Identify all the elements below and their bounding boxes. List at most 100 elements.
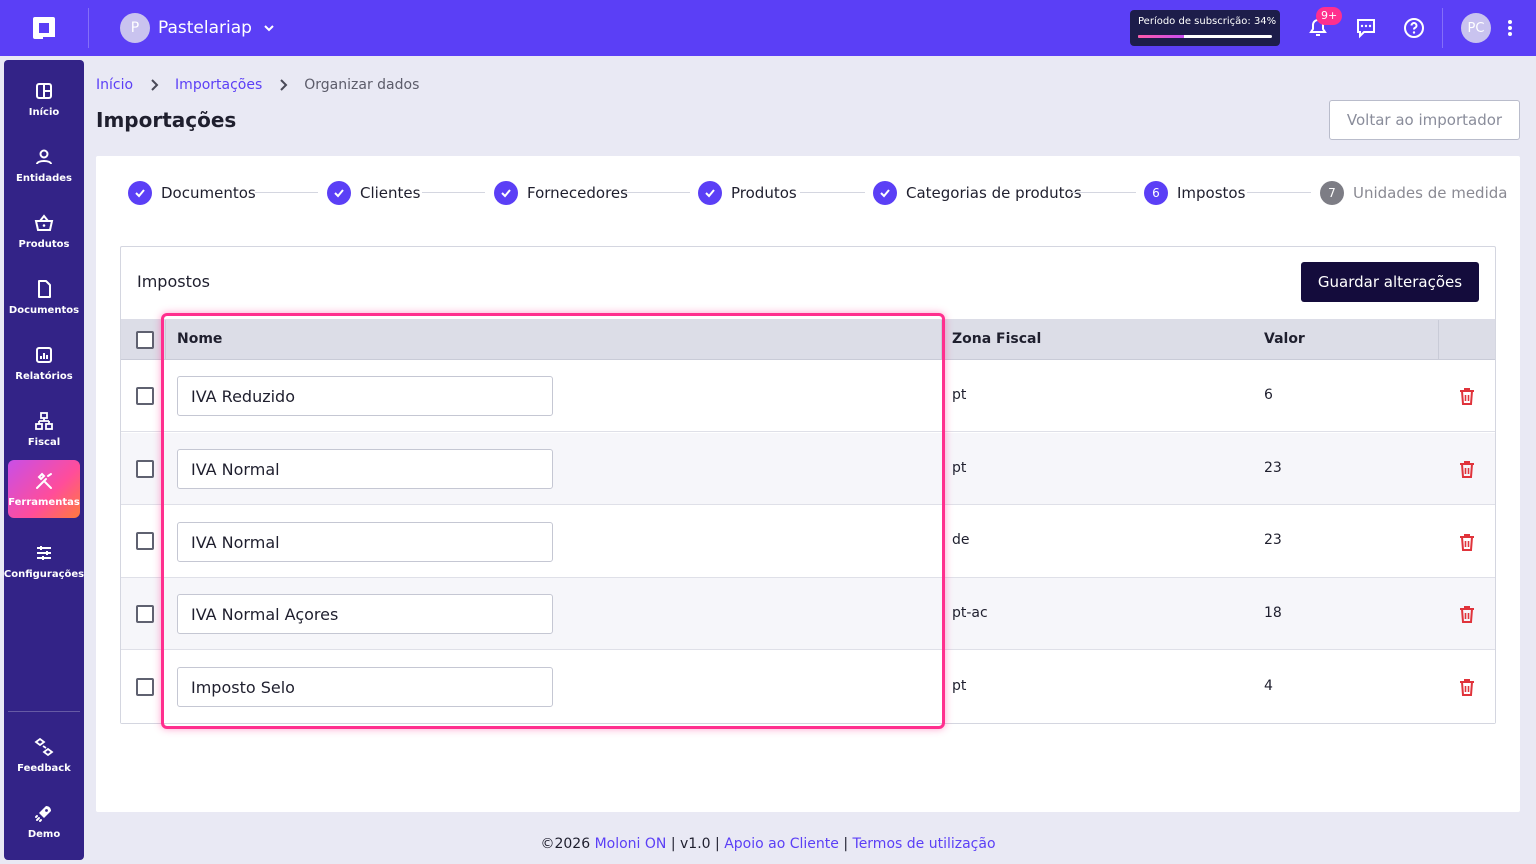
tax-value: 23: [1264, 460, 1282, 476]
sidebar-item-entidades[interactable]: Entidades: [8, 136, 80, 194]
sidebar-item-relatorios[interactable]: Relatórios: [8, 334, 80, 392]
footer: ©2026 Moloni ON | v1.0 | Apoio ao Client…: [0, 836, 1536, 852]
document-icon: [38, 279, 51, 298]
chevron-right-icon: [151, 79, 159, 91]
sidebar-item-fiscal[interactable]: Fiscal: [8, 400, 80, 458]
step-label: Produtos: [731, 184, 797, 202]
footer-copyright: ©2026: [540, 836, 591, 852]
sidebar-item-feedback[interactable]: Feedback: [8, 726, 80, 784]
step-label: Clientes: [360, 184, 421, 202]
sidebar-item-label: Feedback: [17, 762, 71, 774]
check-icon: [128, 181, 152, 205]
chevron-right-icon: [280, 79, 288, 91]
tax-name-input[interactable]: [177, 449, 553, 489]
basket-icon: [34, 213, 54, 231]
step-fornecedores[interactable]: Fornecedores: [494, 181, 628, 205]
select-all-checkbox[interactable]: [136, 331, 154, 349]
sidebar-item-label: Fiscal: [27, 436, 61, 448]
trash-icon[interactable]: [1457, 604, 1477, 624]
footer-terms-link[interactable]: Termos de utilização: [853, 836, 996, 852]
column-divider: [165, 320, 166, 359]
step-connector: [422, 192, 485, 193]
fiscal-icon: [35, 411, 53, 430]
feedback-icon: [34, 737, 54, 756]
step-documentos[interactable]: Documentos: [128, 181, 256, 205]
back-to-importer-button[interactable]: Voltar ao importador: [1329, 100, 1520, 140]
rocket-icon: [35, 805, 51, 822]
column-header-name[interactable]: Nome: [177, 331, 222, 347]
more-options-icon[interactable]: [1503, 18, 1517, 38]
app-logo-icon[interactable]: [30, 14, 58, 42]
tax-zone: pt: [952, 678, 967, 694]
trash-icon[interactable]: [1457, 459, 1477, 479]
tax-name-input[interactable]: [177, 594, 553, 634]
trash-icon[interactable]: [1457, 386, 1477, 406]
step-connector: [255, 192, 318, 193]
sidebar-item-configuracoes[interactable]: Configurações: [4, 532, 84, 590]
footer-separator: |: [715, 836, 720, 852]
sidebar-item-label: Documentos: [8, 304, 80, 316]
column-divider: [1438, 320, 1439, 359]
topbar-divider: [88, 8, 89, 48]
breadcrumb-imports-link[interactable]: Importações: [175, 77, 262, 93]
row-checkbox[interactable]: [136, 605, 154, 623]
footer-support-link[interactable]: Apoio ao Cliente: [724, 836, 839, 852]
step-unidades[interactable]: 7 Unidades de medida: [1320, 181, 1507, 205]
tax-name-input[interactable]: [177, 376, 553, 416]
notifications-badge: 9+: [1316, 7, 1343, 25]
step-label: Documentos: [161, 184, 256, 202]
column-divider: [941, 320, 942, 359]
row-checkbox[interactable]: [136, 460, 154, 478]
step-clientes[interactable]: Clientes: [327, 181, 420, 205]
tax-name-input[interactable]: [177, 522, 553, 562]
check-icon: [698, 181, 722, 205]
check-icon: [873, 181, 897, 205]
sidebar: Início Entidades Produtos Documentos Rel…: [4, 60, 84, 860]
company-selector[interactable]: P Pastelariap: [120, 13, 276, 43]
tax-value: 18: [1264, 605, 1282, 621]
sidebar-item-inicio[interactable]: Início: [8, 70, 80, 128]
subscription-progress-fill: [1138, 35, 1184, 38]
tax-value: 23: [1264, 532, 1282, 548]
save-changes-button[interactable]: Guardar alterações: [1301, 262, 1479, 302]
tax-zone: pt-ac: [952, 605, 988, 621]
sidebar-item-label: Entidades: [16, 172, 72, 184]
step-number: 6: [1144, 181, 1168, 205]
footer-brand-link[interactable]: Moloni ON: [595, 836, 667, 852]
row-checkbox[interactable]: [136, 532, 154, 550]
step-label: Fornecedores: [527, 184, 628, 202]
breadcrumb: Início Importações Organizar dados: [96, 75, 419, 95]
help-button[interactable]: [1400, 14, 1428, 42]
row-checkbox[interactable]: [136, 387, 154, 405]
user-avatar[interactable]: PC: [1461, 13, 1491, 43]
sidebar-separator: [8, 711, 80, 712]
sidebar-item-produtos[interactable]: Produtos: [8, 202, 80, 260]
column-header-value[interactable]: Valor: [1264, 331, 1305, 347]
company-avatar: P: [120, 13, 150, 43]
trash-icon[interactable]: [1457, 532, 1477, 552]
tax-zone: de: [952, 532, 970, 548]
sidebar-item-documentos[interactable]: Documentos: [8, 268, 80, 326]
tax-value: 6: [1264, 387, 1273, 403]
breadcrumb-home-link[interactable]: Início: [96, 77, 133, 93]
tax-zone: pt: [952, 460, 967, 476]
step-connector: [1070, 192, 1136, 193]
chat-icon: [1357, 19, 1375, 39]
step-produtos[interactable]: Produtos: [698, 181, 797, 205]
step-connector: [1247, 192, 1311, 193]
step-impostos[interactable]: 6 Impostos: [1144, 181, 1245, 205]
trash-icon[interactable]: [1457, 677, 1477, 697]
tax-name-input[interactable]: [177, 667, 553, 707]
sidebar-item-ferramentas[interactable]: Ferramentas: [8, 460, 80, 518]
step-categorias[interactable]: Categorias de produtos: [873, 181, 1082, 205]
topbar-divider: [1442, 8, 1443, 48]
sidebar-item-label: Relatórios: [15, 370, 73, 382]
subscription-period[interactable]: Período de subscrição: 34%: [1130, 10, 1280, 46]
subscription-label: Período de subscrição: 34%: [1138, 16, 1277, 27]
column-header-zone[interactable]: Zona Fiscal: [952, 331, 1041, 347]
messages-button[interactable]: [1352, 14, 1380, 42]
step-label: Impostos: [1177, 184, 1246, 202]
footer-separator: |: [670, 836, 676, 852]
tools-icon: [36, 472, 52, 489]
row-checkbox[interactable]: [136, 678, 154, 696]
